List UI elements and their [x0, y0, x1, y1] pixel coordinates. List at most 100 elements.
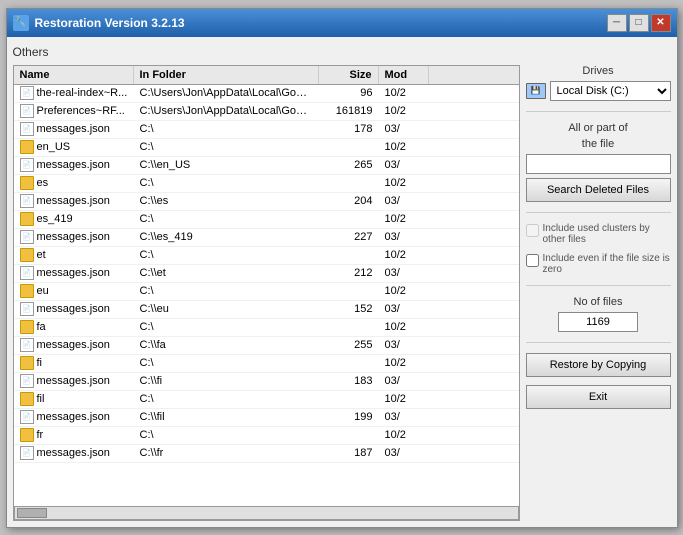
- table-row[interactable]: et C:\ 10/2: [14, 247, 519, 265]
- cell-name: 📄 messages.json: [14, 301, 134, 317]
- table-row[interactable]: 📄 the-real-index~R... C:\Users\Jon\AppDa…: [14, 85, 519, 103]
- cell-name: es: [14, 175, 134, 191]
- cell-folder: C:\: [134, 176, 319, 190]
- used-clusters-checkbox[interactable]: [526, 224, 539, 237]
- table-row[interactable]: 📄 messages.json C:\\fi 183 03/: [14, 373, 519, 391]
- file-name: es: [37, 177, 49, 189]
- cell-name: en_US: [14, 139, 134, 155]
- file-name: et: [37, 249, 46, 261]
- cell-folder: C:\: [134, 284, 319, 298]
- folder-icon: [20, 356, 34, 370]
- file-name: messages.json: [37, 195, 110, 207]
- header-size: Size: [319, 66, 379, 84]
- cell-folder: C:\: [134, 392, 319, 406]
- drive-dropdown[interactable]: Local Disk (C:): [550, 81, 671, 101]
- cell-size: [319, 290, 379, 292]
- file-icon: 📄: [20, 194, 34, 208]
- window-title: Restoration Version 3.2.13: [35, 16, 607, 30]
- file-icon: 📄: [20, 338, 34, 352]
- table-row[interactable]: fr C:\ 10/2: [14, 427, 519, 445]
- table-row[interactable]: 📄 messages.json C:\\fil 199 03/: [14, 409, 519, 427]
- minimize-button[interactable]: ─: [607, 14, 627, 32]
- cell-mod: 10/2: [379, 104, 429, 118]
- cell-size: 255: [319, 338, 379, 352]
- no-files-input[interactable]: [558, 312, 638, 332]
- cell-size: 204: [319, 194, 379, 208]
- restore-button[interactable]: □: [629, 14, 649, 32]
- scroll-thumb[interactable]: [17, 508, 47, 518]
- cell-mod: 03/: [379, 374, 429, 388]
- no-files-label: No of files: [574, 296, 623, 308]
- table-row[interactable]: 📄 messages.json C:\\eu 152 03/: [14, 301, 519, 319]
- cell-name: 📄 messages.json: [14, 265, 134, 281]
- search-group: All or part of the file Search Deleted F…: [526, 122, 671, 202]
- cell-name: fr: [14, 427, 134, 443]
- table-row[interactable]: fil C:\ 10/2: [14, 391, 519, 409]
- cell-name: 📄 messages.json: [14, 157, 134, 173]
- window-content: Others Name In Folder Size Mod 📄 the-rea…: [7, 37, 677, 527]
- file-icon: 📄: [20, 104, 34, 118]
- cell-size: [319, 326, 379, 328]
- header-name: Name: [14, 66, 134, 84]
- folder-icon: [20, 176, 34, 190]
- table-row[interactable]: es_419 C:\ 10/2: [14, 211, 519, 229]
- cell-folder: C:\\et: [134, 266, 319, 280]
- file-name: es_419: [37, 213, 73, 225]
- file-list-header: Name In Folder Size Mod: [14, 66, 519, 85]
- drives-label: Drives: [582, 65, 613, 77]
- file-icon: 📄: [20, 158, 34, 172]
- table-row[interactable]: es C:\ 10/2: [14, 175, 519, 193]
- zero-size-checkbox[interactable]: [526, 254, 539, 267]
- file-name: the-real-index~R...: [37, 87, 128, 99]
- table-row[interactable]: 📄 messages.json C:\ 178 03/: [14, 121, 519, 139]
- zero-size-label: Include even if the file size is zero: [543, 253, 671, 275]
- file-name: messages.json: [37, 123, 110, 135]
- file-name: messages.json: [37, 303, 110, 315]
- cell-mod: 03/: [379, 338, 429, 352]
- cell-folder: C:\\eu: [134, 302, 319, 316]
- cell-mod: 03/: [379, 266, 429, 280]
- horizontal-scrollbar[interactable]: [14, 506, 519, 520]
- folder-icon: [20, 284, 34, 298]
- file-name: fa: [37, 321, 46, 333]
- restore-button[interactable]: Restore by Copying: [526, 353, 671, 377]
- cell-folder: C:\\es: [134, 194, 319, 208]
- cell-size: 152: [319, 302, 379, 316]
- table-row[interactable]: 📄 messages.json C:\\fa 255 03/: [14, 337, 519, 355]
- table-row[interactable]: eu C:\ 10/2: [14, 283, 519, 301]
- table-row[interactable]: 📄 Preferences~RF... C:\Users\Jon\AppData…: [14, 103, 519, 121]
- file-name: Preferences~RF...: [37, 105, 125, 117]
- drive-select-row: 💾 Local Disk (C:): [526, 81, 671, 101]
- table-row[interactable]: 📄 messages.json C:\\fr 187 03/: [14, 445, 519, 463]
- table-row[interactable]: fa C:\ 10/2: [14, 319, 519, 337]
- cell-mod: 10/2: [379, 284, 429, 298]
- cell-mod: 03/: [379, 410, 429, 424]
- table-row[interactable]: 📄 messages.json C:\\en_US 265 03/: [14, 157, 519, 175]
- table-row[interactable]: en_US C:\ 10/2: [14, 139, 519, 157]
- close-button[interactable]: ✕: [651, 14, 671, 32]
- cell-size: [319, 182, 379, 184]
- table-row[interactable]: fi C:\ 10/2: [14, 355, 519, 373]
- cell-folder: C:\: [134, 356, 319, 370]
- title-bar: 🔧 Restoration Version 3.2.13 ─ □ ✕: [7, 9, 677, 37]
- separator-2: [526, 212, 671, 213]
- cell-name: 📄 messages.json: [14, 193, 134, 209]
- file-list-body[interactable]: 📄 the-real-index~R... C:\Users\Jon\AppDa…: [14, 85, 519, 504]
- search-button[interactable]: Search Deleted Files: [526, 178, 671, 202]
- exit-button[interactable]: Exit: [526, 385, 671, 409]
- table-row[interactable]: 📄 messages.json C:\\es_419 227 03/: [14, 229, 519, 247]
- cell-mod: 10/2: [379, 248, 429, 262]
- main-window: 🔧 Restoration Version 3.2.13 ─ □ ✕ Other…: [6, 8, 678, 528]
- file-name: messages.json: [37, 159, 110, 171]
- search-input[interactable]: [526, 154, 671, 174]
- drive-icon: 💾: [526, 83, 546, 99]
- table-row[interactable]: 📄 messages.json C:\\es 204 03/: [14, 193, 519, 211]
- cell-name: eu: [14, 283, 134, 299]
- cell-name: fil: [14, 391, 134, 407]
- used-clusters-label: Include used clusters by other files: [543, 223, 671, 245]
- file-name: en_US: [37, 141, 71, 153]
- table-row[interactable]: 📄 messages.json C:\\et 212 03/: [14, 265, 519, 283]
- cell-mod: 10/2: [379, 428, 429, 442]
- separator-1: [526, 111, 671, 112]
- cell-mod: 10/2: [379, 176, 429, 190]
